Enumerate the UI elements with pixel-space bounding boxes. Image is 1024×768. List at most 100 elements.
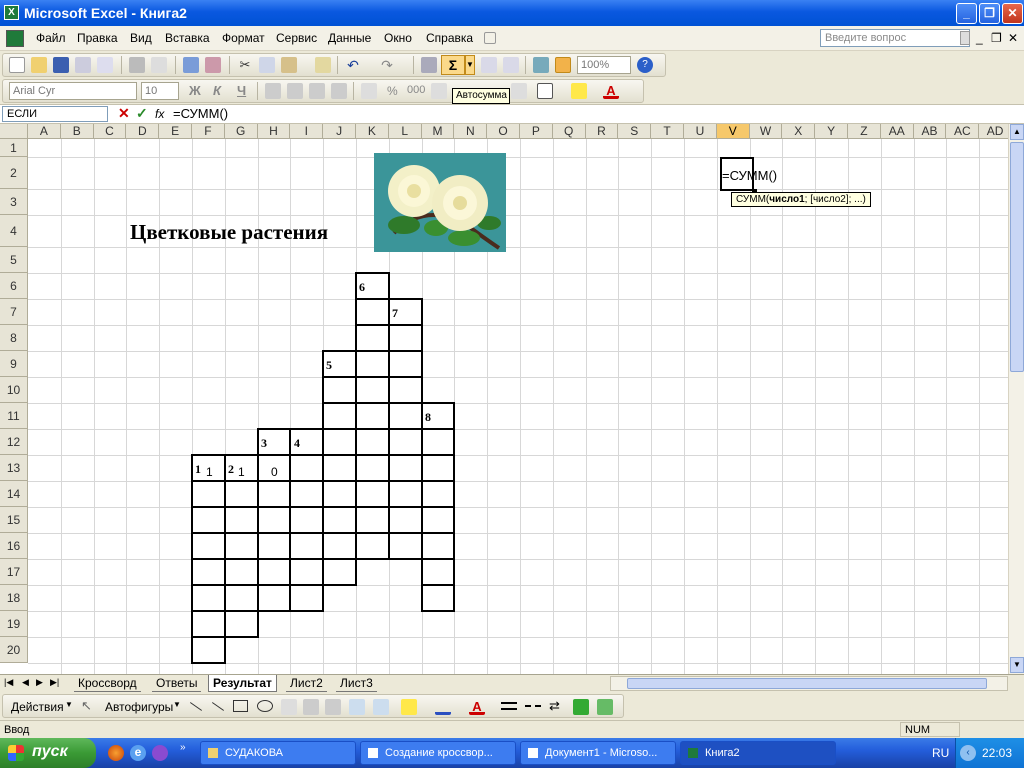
name-box[interactable]: ЕСЛИ (2, 106, 108, 122)
crossword-cell[interactable] (256, 506, 292, 534)
crossword-cell[interactable] (191, 584, 226, 612)
3d-icon[interactable] (597, 699, 613, 715)
align-center-icon[interactable] (287, 83, 303, 99)
formula-input[interactable]: =СУММ() (173, 106, 228, 121)
column-header-c[interactable]: C (93, 124, 127, 139)
line-color-icon[interactable] (435, 699, 451, 715)
crossword-cell[interactable] (355, 376, 390, 404)
menu-help[interactable]: Справка (426, 31, 473, 45)
crossword-cell[interactable] (256, 584, 292, 612)
wordart-icon[interactable] (303, 699, 319, 715)
spelling-icon[interactable] (183, 57, 199, 73)
research-icon[interactable] (205, 57, 221, 73)
format-painter-icon[interactable] (315, 57, 331, 73)
first-sheet-icon[interactable]: |◀ (4, 677, 13, 688)
crossword-cell[interactable] (355, 506, 390, 534)
row-header-11[interactable]: 11 (0, 403, 28, 429)
crossword-cell[interactable] (387, 376, 423, 404)
autoshapes-menu[interactable]: Автофигуры (105, 700, 173, 714)
row-header-13[interactable]: 13 (0, 455, 28, 481)
cancel-formula-icon[interactable]: ✕ (118, 105, 130, 122)
column-header-j[interactable]: J (323, 124, 356, 139)
chart-wizard-icon[interactable] (533, 57, 549, 73)
crossword-cell[interactable] (223, 532, 259, 560)
column-header-y[interactable]: Y (815, 124, 848, 139)
sheet-tab-sheet3[interactable]: Лист3 (336, 675, 377, 692)
drawing-icon[interactable] (555, 57, 571, 73)
oval-icon[interactable] (257, 700, 273, 712)
task-sudakova[interactable]: СУДАКОВА (200, 741, 356, 765)
print-icon[interactable] (129, 57, 145, 73)
crossword-cell[interactable] (355, 350, 390, 378)
row-header-18[interactable]: 18 (0, 585, 28, 611)
crossword-cell[interactable] (322, 480, 357, 508)
line-style-icon[interactable] (501, 702, 517, 710)
actions-menu[interactable]: Действия (11, 700, 64, 714)
sort-ascending-icon[interactable] (481, 57, 497, 73)
font-color-icon[interactable]: A (603, 83, 619, 99)
column-header-o[interactable]: O (487, 124, 520, 139)
scroll-thumb[interactable] (1010, 142, 1024, 372)
currency-icon[interactable] (361, 83, 377, 99)
underline-button[interactable]: Ч (237, 83, 246, 98)
column-header-a[interactable]: A (28, 124, 61, 139)
crossword-cell[interactable] (256, 532, 292, 560)
merge-center-icon[interactable] (331, 83, 347, 99)
sheet-tab-crossword[interactable]: Кроссворд (74, 675, 141, 692)
crossword-cell[interactable] (355, 298, 390, 326)
chevron-down-icon[interactable]: ▼ (65, 700, 73, 709)
vertical-scrollbar[interactable]: ▲ ▼ (1008, 124, 1024, 674)
italic-button[interactable]: К (213, 83, 221, 98)
menu-edit[interactable]: Правка (77, 31, 118, 45)
column-header-d[interactable]: D (126, 124, 160, 139)
menu-tools[interactable]: Сервис (276, 31, 317, 45)
column-header-m[interactable]: M (421, 124, 455, 139)
workbook-icon[interactable] (6, 30, 24, 47)
horizontal-scrollbar[interactable] (610, 676, 1008, 691)
row-header-1[interactable]: 1 (0, 139, 28, 157)
bold-button[interactable]: Ж (189, 83, 201, 98)
select-all-corner[interactable] (0, 124, 28, 139)
column-header-p[interactable]: P (520, 124, 553, 139)
crossword-cell[interactable] (223, 584, 259, 612)
firefox-icon[interactable] (108, 745, 124, 761)
hyperlink-icon[interactable] (421, 57, 437, 73)
permission-icon[interactable] (75, 57, 91, 73)
row-header-17[interactable]: 17 (0, 559, 28, 585)
task-document1[interactable]: Документ1 - Microso... (520, 741, 676, 765)
sheet-tab-result[interactable]: Результат (208, 675, 277, 692)
close-button[interactable]: ✕ (1002, 3, 1023, 24)
column-header-n[interactable]: N (454, 124, 488, 139)
crossword-cell[interactable] (420, 428, 456, 456)
column-header-x[interactable]: X (782, 124, 816, 139)
roses-picture[interactable] (374, 153, 506, 252)
fill-color-icon[interactable] (401, 699, 417, 715)
thousands-button[interactable]: 000 (407, 84, 425, 96)
column-header-k[interactable]: K (356, 124, 389, 139)
crossword-cell[interactable] (191, 532, 226, 560)
start-button[interactable]: пуск (0, 738, 96, 768)
row-header-12[interactable]: 12 (0, 429, 28, 455)
column-header-w[interactable]: W (749, 124, 783, 139)
arrow-style-icon[interactable]: ⇄ (549, 698, 560, 714)
doc-close-button[interactable]: ✕ (1008, 31, 1018, 45)
tray-expand-icon[interactable]: ‹ (960, 745, 976, 761)
select-objects-icon[interactable]: ↖ (81, 698, 92, 714)
crossword-cell[interactable] (355, 532, 390, 560)
row-header-7[interactable]: 7 (0, 299, 28, 325)
column-header-b[interactable]: B (60, 124, 94, 139)
ask-question-input[interactable]: Введите вопрос (820, 29, 970, 47)
redo-icon[interactable]: ↷ (379, 57, 395, 73)
column-header-ab[interactable]: AB (913, 124, 947, 139)
fill-color-icon[interactable] (571, 83, 587, 99)
increase-decimal-icon[interactable] (431, 83, 447, 99)
column-header-aa[interactable]: AA (880, 124, 914, 139)
crossword-cell[interactable] (387, 324, 423, 352)
crossword-cell[interactable] (387, 480, 423, 508)
crossword-cell[interactable] (387, 402, 423, 430)
crossword-cell[interactable] (322, 402, 357, 430)
hscroll-thumb[interactable] (627, 678, 987, 689)
insert-function-button[interactable]: fx (155, 107, 164, 121)
crossword-cell[interactable] (289, 584, 325, 612)
crossword-cell[interactable] (223, 610, 259, 638)
